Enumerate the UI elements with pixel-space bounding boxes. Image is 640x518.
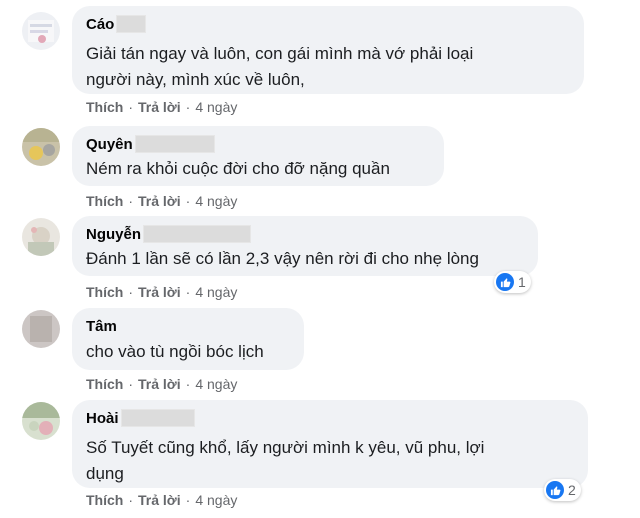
comment-bubble: Hoài Số Tuyết cũng khổ, lấy người mình k… xyxy=(72,400,588,488)
avatar[interactable] xyxy=(22,128,60,166)
commenter-name[interactable]: Quyên xyxy=(86,136,133,153)
redacted-name xyxy=(134,135,215,153)
like-button[interactable]: Thích xyxy=(86,492,123,508)
avatar[interactable] xyxy=(22,218,60,256)
comment-bubble: Nguyễn Đánh 1 lần sẽ có lần 2,3 vậy nên … xyxy=(72,216,538,276)
like-icon xyxy=(496,273,514,291)
comment-actions: Thích · Trả lời · 4 ngày xyxy=(86,193,238,209)
like-button[interactable]: Thích xyxy=(86,376,123,392)
commenter-name[interactable]: Nguyễn xyxy=(86,226,141,243)
comment-text: Đánh 1 lần sẽ có lần 2,3 vậy nên rời đi … xyxy=(86,249,479,268)
comment-bubble: Tâm cho vào tù ngồi bóc lịch xyxy=(72,308,304,370)
reply-button[interactable]: Trả lời xyxy=(138,376,181,392)
comment-text: Giải tán ngay và luôn, con gái mình mà v… xyxy=(86,44,474,89)
like-button[interactable]: Thích xyxy=(86,193,123,209)
commenter-name[interactable]: Cáo xyxy=(86,16,114,33)
commenter-name[interactable]: Hoài xyxy=(86,410,119,427)
like-icon xyxy=(546,481,564,499)
redacted-name xyxy=(116,15,147,33)
comment-text: Số Tuyết cũng khổ, lấy người mình k yêu,… xyxy=(86,438,485,483)
reply-button[interactable]: Trả lời xyxy=(138,492,181,508)
comment-text: cho vào tù ngồi bóc lịch xyxy=(86,342,264,361)
like-button[interactable]: Thích xyxy=(86,284,123,300)
reply-button[interactable]: Trả lời xyxy=(138,99,181,115)
timestamp[interactable]: 4 ngày xyxy=(195,376,237,392)
comment-actions: Thích · Trả lời · 4 ngày xyxy=(86,492,238,508)
timestamp[interactable]: 4 ngày xyxy=(195,492,237,508)
reaction-summary[interactable]: 2 xyxy=(544,479,581,501)
timestamp[interactable]: 4 ngày xyxy=(195,193,237,209)
avatar[interactable] xyxy=(22,12,60,50)
timestamp[interactable]: 4 ngày xyxy=(195,99,237,115)
comment-actions: Thích · Trả lời · 4 ngày xyxy=(86,376,238,392)
like-button[interactable]: Thích xyxy=(86,99,123,115)
comment-text: Ném ra khỏi cuộc đời cho đỡ nặng quần xyxy=(86,159,390,178)
reply-button[interactable]: Trả lời xyxy=(138,193,181,209)
comment-bubble: Cáo Giải tán ngay và luôn, con gái mình … xyxy=(72,6,584,94)
commenter-name[interactable]: Tâm xyxy=(86,318,117,335)
comment-actions: Thích · Trả lời · 4 ngày xyxy=(86,99,238,115)
reaction-count: 2 xyxy=(568,482,576,498)
timestamp[interactable]: 4 ngày xyxy=(195,284,237,300)
avatar[interactable] xyxy=(22,310,60,348)
comment-actions: Thích · Trả lời · 4 ngày xyxy=(86,284,238,300)
comment-bubble: Quyên Ném ra khỏi cuộc đời cho đỡ nặng q… xyxy=(72,126,444,186)
reaction-summary[interactable]: 1 xyxy=(494,271,531,293)
reply-button[interactable]: Trả lời xyxy=(138,284,181,300)
redacted-name xyxy=(120,409,195,427)
avatar[interactable] xyxy=(22,402,60,440)
redacted-name xyxy=(143,225,252,243)
reaction-count: 1 xyxy=(518,274,526,290)
